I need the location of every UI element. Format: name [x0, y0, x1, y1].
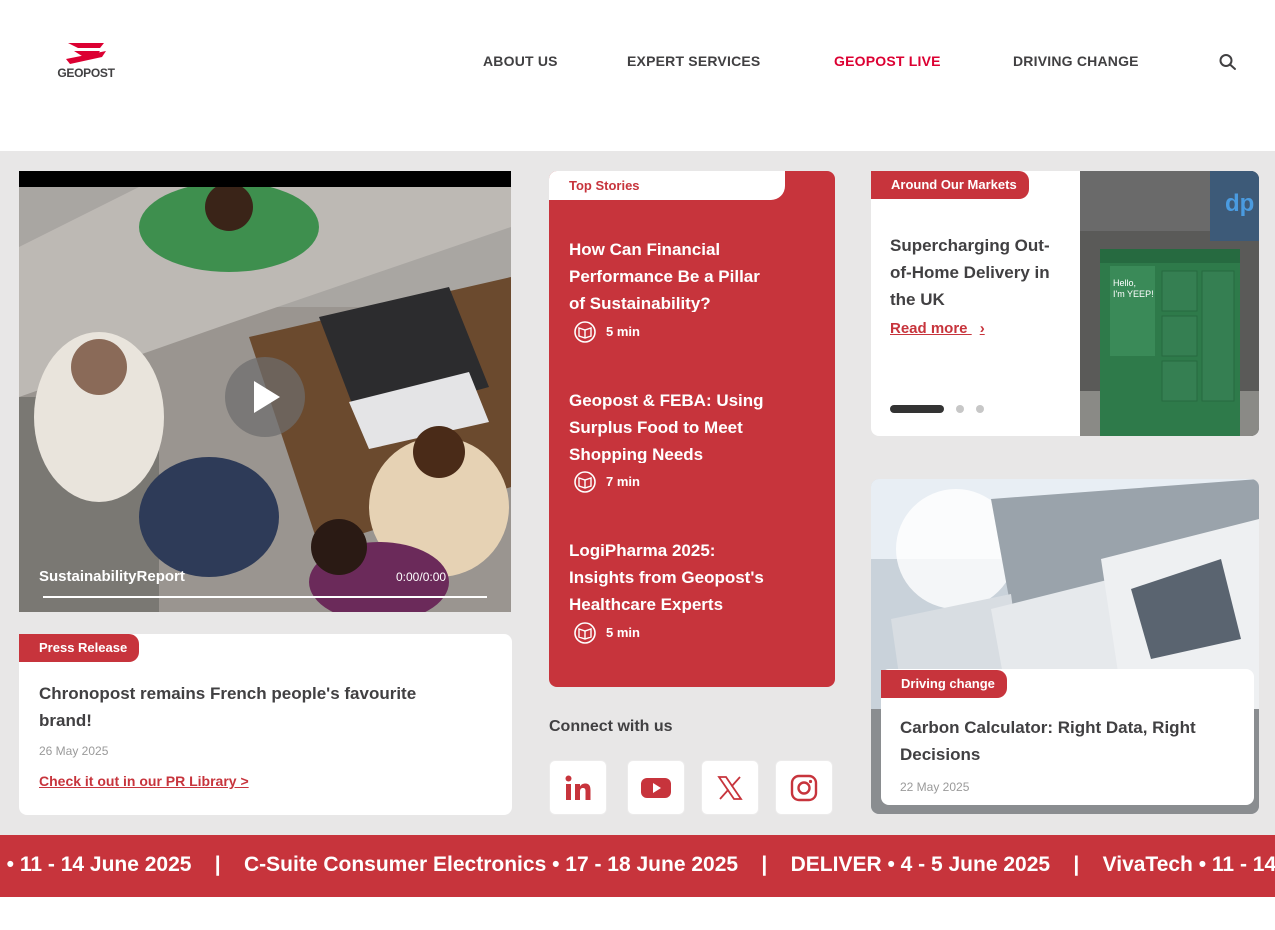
book-icon [572, 621, 598, 645]
press-release-date: 26 May 2025 [39, 744, 109, 758]
geopost-logo[interactable]: GEOPOST [42, 36, 130, 84]
linkedin-icon [565, 775, 591, 800]
parcel-locker-image: dp Hello, I'm YEEP! [1080, 171, 1259, 436]
x-icon [717, 775, 743, 800]
play-icon [253, 380, 280, 413]
story-read-time-1: 5 min [606, 324, 640, 339]
search-icon [1219, 54, 1236, 70]
top-stories-label: Top Stories [569, 178, 640, 193]
video-caption: SustainabilityReport [39, 568, 185, 585]
story-title-3[interactable]: LogiPharma 2025: Insights from Geopost's… [569, 537, 775, 613]
youtube-icon [641, 777, 671, 798]
story-title-2[interactable]: Geopost & FEBA: Using Surplus Food to Me… [569, 387, 775, 463]
press-release-title: Chronopost remains French people's favou… [39, 684, 417, 730]
driving-change-title: Carbon Calculator: Right Data, Right Dec… [900, 718, 1196, 764]
youtube-link[interactable] [627, 760, 685, 815]
svg-text:dp: dp [1225, 190, 1254, 217]
read-more-link[interactable]: Read more › [890, 320, 985, 337]
story-title-1[interactable]: How Can Financial Performance Be a Pilla… [569, 236, 775, 312]
top-stories-tab: Top Stories [549, 171, 785, 200]
driving-change-tag: Driving change [881, 670, 1007, 698]
story-read-time-2: 7 min [606, 474, 640, 489]
logo-mark-icon [66, 43, 106, 64]
driving-change-date: 22 May 2025 [900, 780, 970, 794]
slide-radio-2[interactable] [956, 405, 964, 413]
video-time: 0:00/0:00 [396, 570, 447, 584]
logo-text: GEOPOST [57, 66, 115, 80]
locker-photo: dp Hello, I'm YEEP! [1080, 171, 1259, 436]
instagram-icon [790, 774, 818, 801]
press-release-tag: Press Release [19, 634, 140, 662]
instagram-link[interactable] [775, 760, 833, 815]
play-button[interactable] [217, 355, 312, 438]
ticker-text: h • 11 - 14 June 2025 | C-Suite Consumer… [0, 853, 1275, 876]
book-icon [572, 320, 598, 344]
events-ticker: h • 11 - 14 June 2025 | C-Suite Consumer… [0, 835, 1275, 897]
book-icon [572, 470, 598, 494]
linkedin-link[interactable] [549, 760, 607, 815]
nav-driving-change[interactable]: DRIVING CHANGE [1013, 53, 1139, 69]
markets-title: Supercharging Out-of-Home Delivery in th… [890, 236, 1050, 308]
markets-tag: Around Our Markets [871, 171, 1029, 199]
nav-expert-services[interactable]: EXPERT SERVICES [627, 53, 760, 69]
connect-heading: Connect with us [549, 718, 673, 735]
read-more-label: Read more [890, 320, 968, 337]
nav-about-us[interactable]: ABOUT US [483, 53, 558, 69]
story-read-time-3: 5 min [606, 625, 640, 640]
slide-radio-1[interactable] [890, 405, 944, 413]
pr-library-link[interactable]: Check it out in our PR Library > [39, 773, 249, 789]
search-button[interactable] [1215, 52, 1241, 72]
x-link[interactable] [701, 760, 759, 815]
nav-geopost-live[interactable]: GEOPOST LIVE [834, 53, 941, 69]
svg-text:Hello,: Hello, [1113, 278, 1136, 288]
play-circle [224, 356, 305, 437]
chevron-right-icon: › [979, 320, 985, 337]
slide-radio-3[interactable] [976, 405, 984, 413]
video-progress-bar[interactable] [43, 596, 487, 598]
svg-text:I'm YEEP!: I'm YEEP! [1113, 289, 1154, 299]
